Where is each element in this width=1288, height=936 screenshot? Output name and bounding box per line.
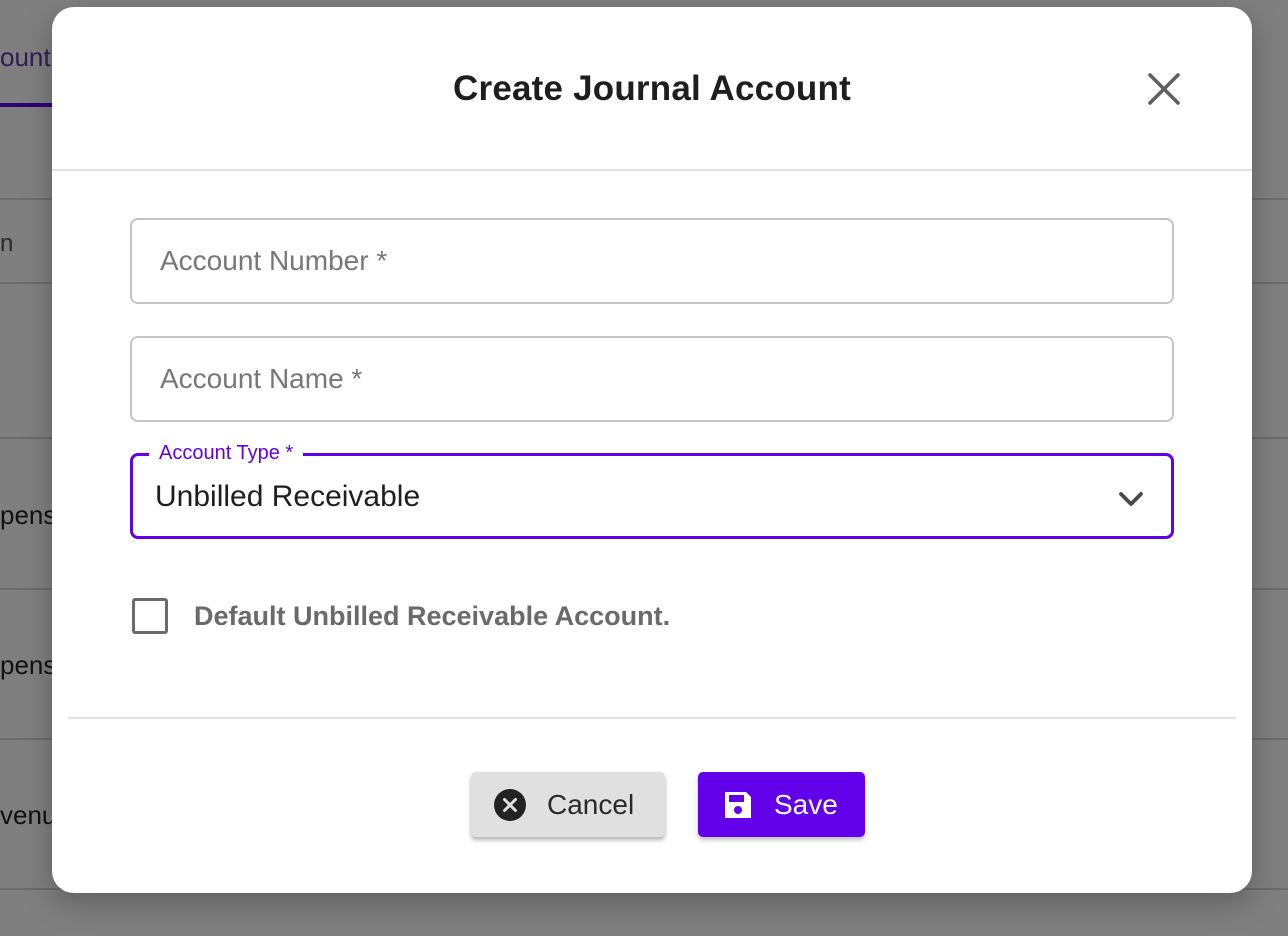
default-account-checkbox-row[interactable]: Default Unbilled Receivable Account. [130, 594, 830, 638]
account-type-label: Account Type * [149, 440, 304, 466]
account-number-field [130, 218, 1174, 304]
account-name-field [130, 336, 1174, 422]
dialog-title: Create Journal Account [453, 69, 851, 108]
save-button[interactable]: Save [698, 772, 865, 837]
default-account-checkbox-label: Default Unbilled Receivable Account. [194, 600, 671, 631]
floppy-disk-icon [725, 791, 751, 818]
close-button[interactable] [1142, 67, 1186, 111]
account-number-input[interactable] [132, 220, 1172, 302]
close-icon [1142, 67, 1186, 111]
account-type-select[interactable]: Account Type * Unbilled Receivable [130, 440, 1174, 539]
default-account-checkbox[interactable] [132, 598, 168, 634]
account-name-input[interactable] [132, 338, 1172, 420]
chevron-down-icon [1116, 484, 1146, 514]
create-journal-account-dialog: Create Journal Account Account Type * Un… [52, 7, 1252, 893]
cancel-button[interactable]: Cancel [471, 772, 665, 837]
save-button-label: Save [774, 788, 838, 820]
dialog-header: Create Journal Account [52, 7, 1252, 171]
footer-divider [68, 717, 1236, 719]
cancel-circle-icon [494, 788, 526, 821]
cancel-button-label: Cancel [547, 788, 635, 820]
account-type-value: Unbilled Receivable [155, 480, 421, 513]
